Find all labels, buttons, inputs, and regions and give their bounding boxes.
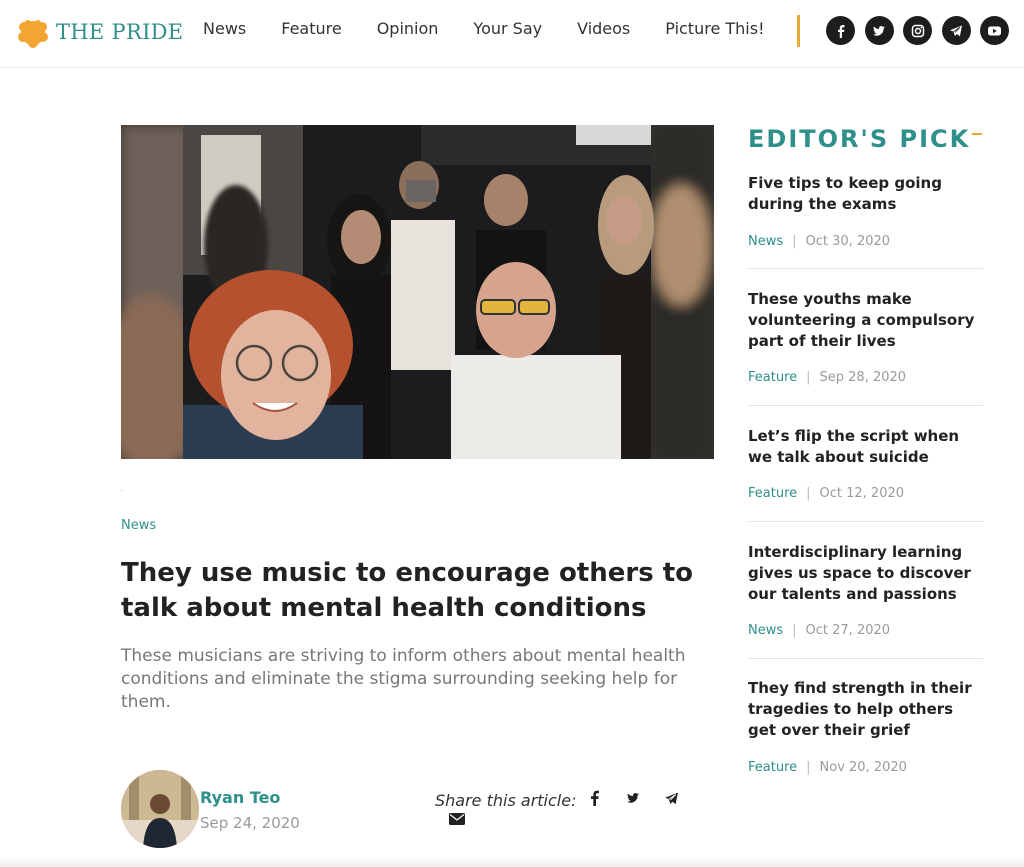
share-twitter-icon[interactable]	[624, 790, 642, 806]
editors-pick-item: Let’s flip the script when we talk about…	[748, 426, 983, 501]
main-nav: News Feature Opinion Your Say Videos Pic…	[203, 19, 799, 38]
pick-date: Nov 20, 2020	[819, 760, 907, 775]
article-hero-image	[121, 125, 714, 459]
pick-separator: |	[806, 370, 811, 385]
share-label: Share this article:	[435, 791, 577, 810]
pick-category[interactable]: News	[748, 623, 783, 638]
author-avatar[interactable]	[121, 770, 199, 848]
editors-pick-item: Interdisciplinary learning gives us spac…	[748, 542, 983, 638]
logo-sun-icon	[16, 15, 50, 49]
article-category[interactable]: News	[121, 518, 156, 533]
pick-separator: |	[792, 623, 797, 638]
nav-item-videos[interactable]: Videos	[577, 19, 630, 38]
author-name[interactable]: Ryan Teo	[200, 788, 280, 807]
youtube-icon[interactable]	[980, 16, 1009, 45]
page-bottom-edge	[0, 857, 1024, 867]
pick-meta: Feature | Sep 28, 2020	[748, 370, 906, 385]
pick-date: Sep 28, 2020	[819, 370, 907, 385]
twitter-icon[interactable]	[864, 16, 894, 45]
pick-date: Oct 30, 2020	[805, 234, 891, 249]
share-facebook-icon[interactable]	[586, 789, 602, 807]
image-caption-dot	[120, 489, 123, 492]
nav-item-feature[interactable]: Feature	[281, 19, 341, 38]
pick-separator: |	[806, 486, 811, 501]
pick-date: Oct 27, 2020	[805, 623, 891, 638]
pick-headline[interactable]: Five tips to keep going during the exams	[748, 173, 983, 215]
pick-meta: News | Oct 30, 2020	[748, 234, 890, 249]
pick-category[interactable]: Feature	[748, 486, 797, 501]
share-email-icon[interactable]	[448, 811, 466, 827]
pick-headline[interactable]: These youths make volunteering a compuls…	[748, 289, 983, 352]
article-title[interactable]: They use music to encourage others to ta…	[121, 556, 711, 626]
social-links	[826, 16, 1019, 45]
editors-pick-item: Five tips to keep going during the exams…	[748, 173, 983, 249]
pick-category[interactable]: News	[748, 234, 783, 249]
pick-category[interactable]: Feature	[748, 760, 797, 775]
pick-divider	[748, 268, 983, 269]
telegram-icon[interactable]	[941, 16, 971, 45]
article-summary: These musicians are striving to inform o…	[121, 646, 686, 712]
facebook-icon[interactable]	[826, 16, 855, 45]
nav-item-opinion[interactable]: Opinion	[377, 19, 439, 38]
pick-headline[interactable]: Interdisciplinary learning gives us spac…	[748, 542, 983, 605]
pick-divider	[748, 521, 983, 522]
instagram-icon[interactable]	[903, 16, 932, 45]
pick-category[interactable]: Feature	[748, 370, 797, 385]
pick-separator: |	[806, 760, 811, 775]
pick-separator: |	[792, 234, 797, 249]
pick-divider	[748, 405, 983, 406]
pick-headline[interactable]: They find strength in their tragedies to…	[748, 678, 983, 741]
pick-date: Oct 12, 2020	[819, 486, 905, 501]
nav-item-your-say[interactable]: Your Say	[473, 19, 542, 38]
editors-pick-title: EDITOR'S PICK	[748, 125, 971, 153]
editors-pick-item: These youths make volunteering a compuls…	[748, 289, 983, 385]
editors-pick-item: They find strength in their tragedies to…	[748, 678, 983, 775]
site-header: THE PRIDE News Feature Opinion Your Say …	[0, 0, 1024, 68]
pick-headline[interactable]: Let’s flip the script when we talk about…	[748, 426, 983, 468]
logo-text: THE PRIDE	[56, 20, 184, 44]
nav-divider	[797, 15, 800, 47]
site-logo[interactable]: THE PRIDE	[16, 14, 183, 50]
pick-meta: News | Oct 27, 2020	[748, 623, 890, 638]
pick-meta: Feature | Nov 20, 2020	[748, 760, 907, 775]
share-telegram-icon[interactable]	[662, 789, 680, 807]
article-date: Sep 24, 2020	[200, 814, 300, 832]
editors-pick-collapse-dash	[972, 133, 982, 135]
pick-meta: Feature | Oct 12, 2020	[748, 486, 904, 501]
nav-item-news[interactable]: News	[203, 19, 246, 38]
pick-divider	[748, 658, 983, 659]
nav-item-picture-this[interactable]: Picture This!	[665, 19, 764, 38]
